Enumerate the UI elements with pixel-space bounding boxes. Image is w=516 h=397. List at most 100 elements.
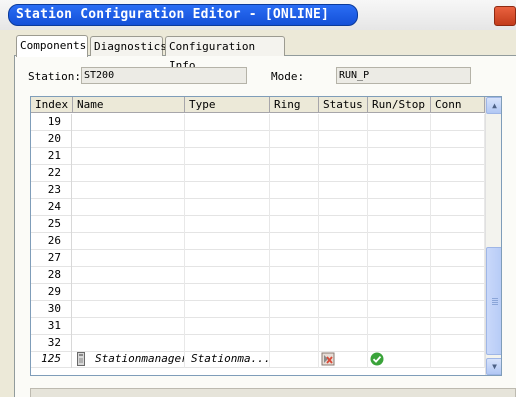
row-cell: [319, 165, 368, 182]
column-header-runstop[interactable]: Run/Stop: [368, 97, 431, 113]
row-cell: [185, 233, 270, 250]
row-cell: [431, 199, 485, 216]
table-header: Index Name Type Ring Status Run/Stop Con…: [31, 97, 485, 113]
row-cell: [185, 199, 270, 216]
scroll-down-button[interactable]: ▼: [486, 358, 501, 375]
tab-configuration-info[interactable]: Configuration Info: [165, 36, 285, 72]
row-cell: [270, 131, 319, 148]
row-index: 26: [31, 233, 72, 250]
table-row[interactable]: 21: [31, 148, 485, 165]
mode-label: Mode:: [271, 70, 305, 83]
row-cell: [368, 148, 431, 165]
table-row[interactable]: 30: [31, 301, 485, 318]
tab-components[interactable]: Components: [16, 35, 88, 57]
row-cell: [431, 233, 485, 250]
row-cell: [368, 199, 431, 216]
table-row[interactable]: 22: [31, 165, 485, 182]
row-cell: [270, 182, 319, 199]
row-ring: [270, 351, 319, 368]
table-row[interactable]: 25: [31, 216, 485, 233]
row-cell: [368, 267, 431, 284]
bottom-panel: [30, 388, 516, 397]
row-name: Stationmanager: [95, 352, 185, 365]
table-row[interactable]: 29: [31, 284, 485, 301]
column-header-index[interactable]: Index: [31, 97, 73, 113]
row-index: 22: [31, 165, 72, 182]
table-row[interactable]: 27: [31, 250, 485, 267]
row-index: 21: [31, 148, 72, 165]
row-cell: [319, 284, 368, 301]
table-row[interactable]: 24: [31, 199, 485, 216]
row-index: 27: [31, 250, 72, 267]
row-cell: [73, 216, 185, 233]
row-cell: [368, 216, 431, 233]
row-cell: [270, 165, 319, 182]
column-header-conn[interactable]: Conn: [431, 97, 485, 113]
column-header-status[interactable]: Status: [319, 97, 368, 113]
row-cell: [270, 148, 319, 165]
tab-diagnostics[interactable]: Diagnostics: [90, 36, 167, 56]
table-row[interactable]: 28: [31, 267, 485, 284]
row-cell: [73, 318, 185, 335]
table-row[interactable]: 20: [31, 131, 485, 148]
station-manager-icon: [77, 352, 85, 366]
scroll-grip-icon: [492, 298, 498, 305]
row-cell: [185, 250, 270, 267]
scroll-up-button[interactable]: ▲: [486, 97, 501, 114]
row-cell: [270, 318, 319, 335]
row-cell: [319, 148, 368, 165]
row-status-cell: [319, 351, 368, 368]
row-cell: [73, 267, 185, 284]
row-cell: [368, 335, 431, 352]
vertical-scrollbar[interactable]: ▲ ▼: [485, 97, 501, 375]
row-cell: [185, 131, 270, 148]
close-button[interactable]: [494, 6, 516, 26]
row-runstop-cell: [368, 351, 431, 368]
row-cell: [319, 216, 368, 233]
row-name-cell: Stationmanager: [73, 351, 185, 368]
row-index: 31: [31, 318, 72, 335]
row-cell: [319, 335, 368, 352]
row-cell: [185, 335, 270, 352]
mode-field: RUN_P: [336, 67, 471, 84]
row-cell: [270, 199, 319, 216]
row-cell: [319, 233, 368, 250]
row-cell: [73, 233, 185, 250]
table-row[interactable]: 26: [31, 233, 485, 250]
components-table[interactable]: Index Name Type Ring Status Run/Stop Con…: [30, 96, 502, 376]
scroll-thumb[interactable]: [486, 247, 501, 355]
row-cell: [73, 335, 185, 352]
table-row-station-manager[interactable]: 125 Stationmanager Stationma...: [31, 351, 485, 368]
row-cell: [319, 199, 368, 216]
row-index: 125: [31, 351, 72, 368]
row-cell: [431, 165, 485, 182]
row-cell: [368, 165, 431, 182]
row-cell: [73, 114, 185, 131]
row-cell: [431, 182, 485, 199]
table-row[interactable]: 31: [31, 318, 485, 335]
table-row[interactable]: 19: [31, 114, 485, 131]
row-cell: [270, 267, 319, 284]
column-header-ring[interactable]: Ring: [270, 97, 319, 113]
row-cell: [368, 233, 431, 250]
row-index: 20: [31, 131, 72, 148]
row-cell: [185, 165, 270, 182]
row-cell: [270, 216, 319, 233]
station-label: Station:: [28, 70, 81, 83]
row-type: Stationma...: [185, 351, 270, 368]
table-row[interactable]: 23: [31, 182, 485, 199]
row-index: 29: [31, 284, 72, 301]
row-conn: [431, 351, 485, 368]
row-cell: [319, 267, 368, 284]
row-cell: [368, 301, 431, 318]
row-cell: [270, 250, 319, 267]
column-header-name[interactable]: Name: [73, 97, 185, 113]
row-cell: [431, 318, 485, 335]
row-cell: [368, 318, 431, 335]
column-header-type[interactable]: Type: [185, 97, 270, 113]
table-row[interactable]: 32: [31, 335, 485, 352]
row-cell: [319, 318, 368, 335]
title-bar[interactable]: Station Configuration Editor - [ONLINE]: [0, 0, 516, 30]
row-cell: [185, 318, 270, 335]
row-cell: [270, 114, 319, 131]
